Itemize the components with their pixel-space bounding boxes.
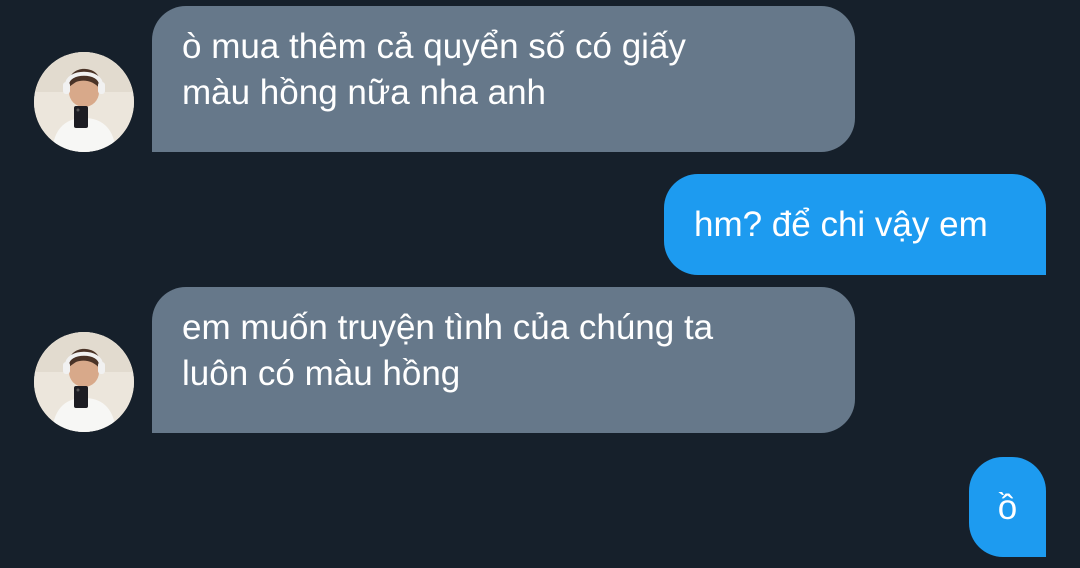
message-text: luôn có màu hồng bbox=[182, 354, 461, 393]
message-text: ồ bbox=[997, 488, 1018, 527]
message-bubble-outgoing[interactable]: hm? để chi vậy em bbox=[664, 174, 1046, 275]
avatar-photo-icon bbox=[34, 52, 134, 152]
message-text: em muốn truyện tình của chúng ta bbox=[182, 308, 714, 347]
contact-avatar[interactable] bbox=[34, 52, 134, 152]
contact-avatar[interactable] bbox=[34, 332, 134, 432]
message-bubble-outgoing[interactable]: ồ bbox=[969, 457, 1046, 557]
message-text: hm? để chi vậy em bbox=[694, 205, 988, 244]
chat-thread: ò mua thêm cả quyển số có giấy màu hồng … bbox=[0, 0, 1080, 568]
message-bubble-incoming[interactable]: ò mua thêm cả quyển số có giấy màu hồng … bbox=[152, 6, 855, 152]
message-bubble-incoming[interactable]: em muốn truyện tình của chúng ta luôn có… bbox=[152, 287, 855, 433]
avatar-photo-icon bbox=[34, 332, 134, 432]
message-text: màu hồng nữa nha anh bbox=[182, 73, 546, 112]
message-text: ò mua thêm cả quyển số có giấy bbox=[182, 27, 686, 66]
